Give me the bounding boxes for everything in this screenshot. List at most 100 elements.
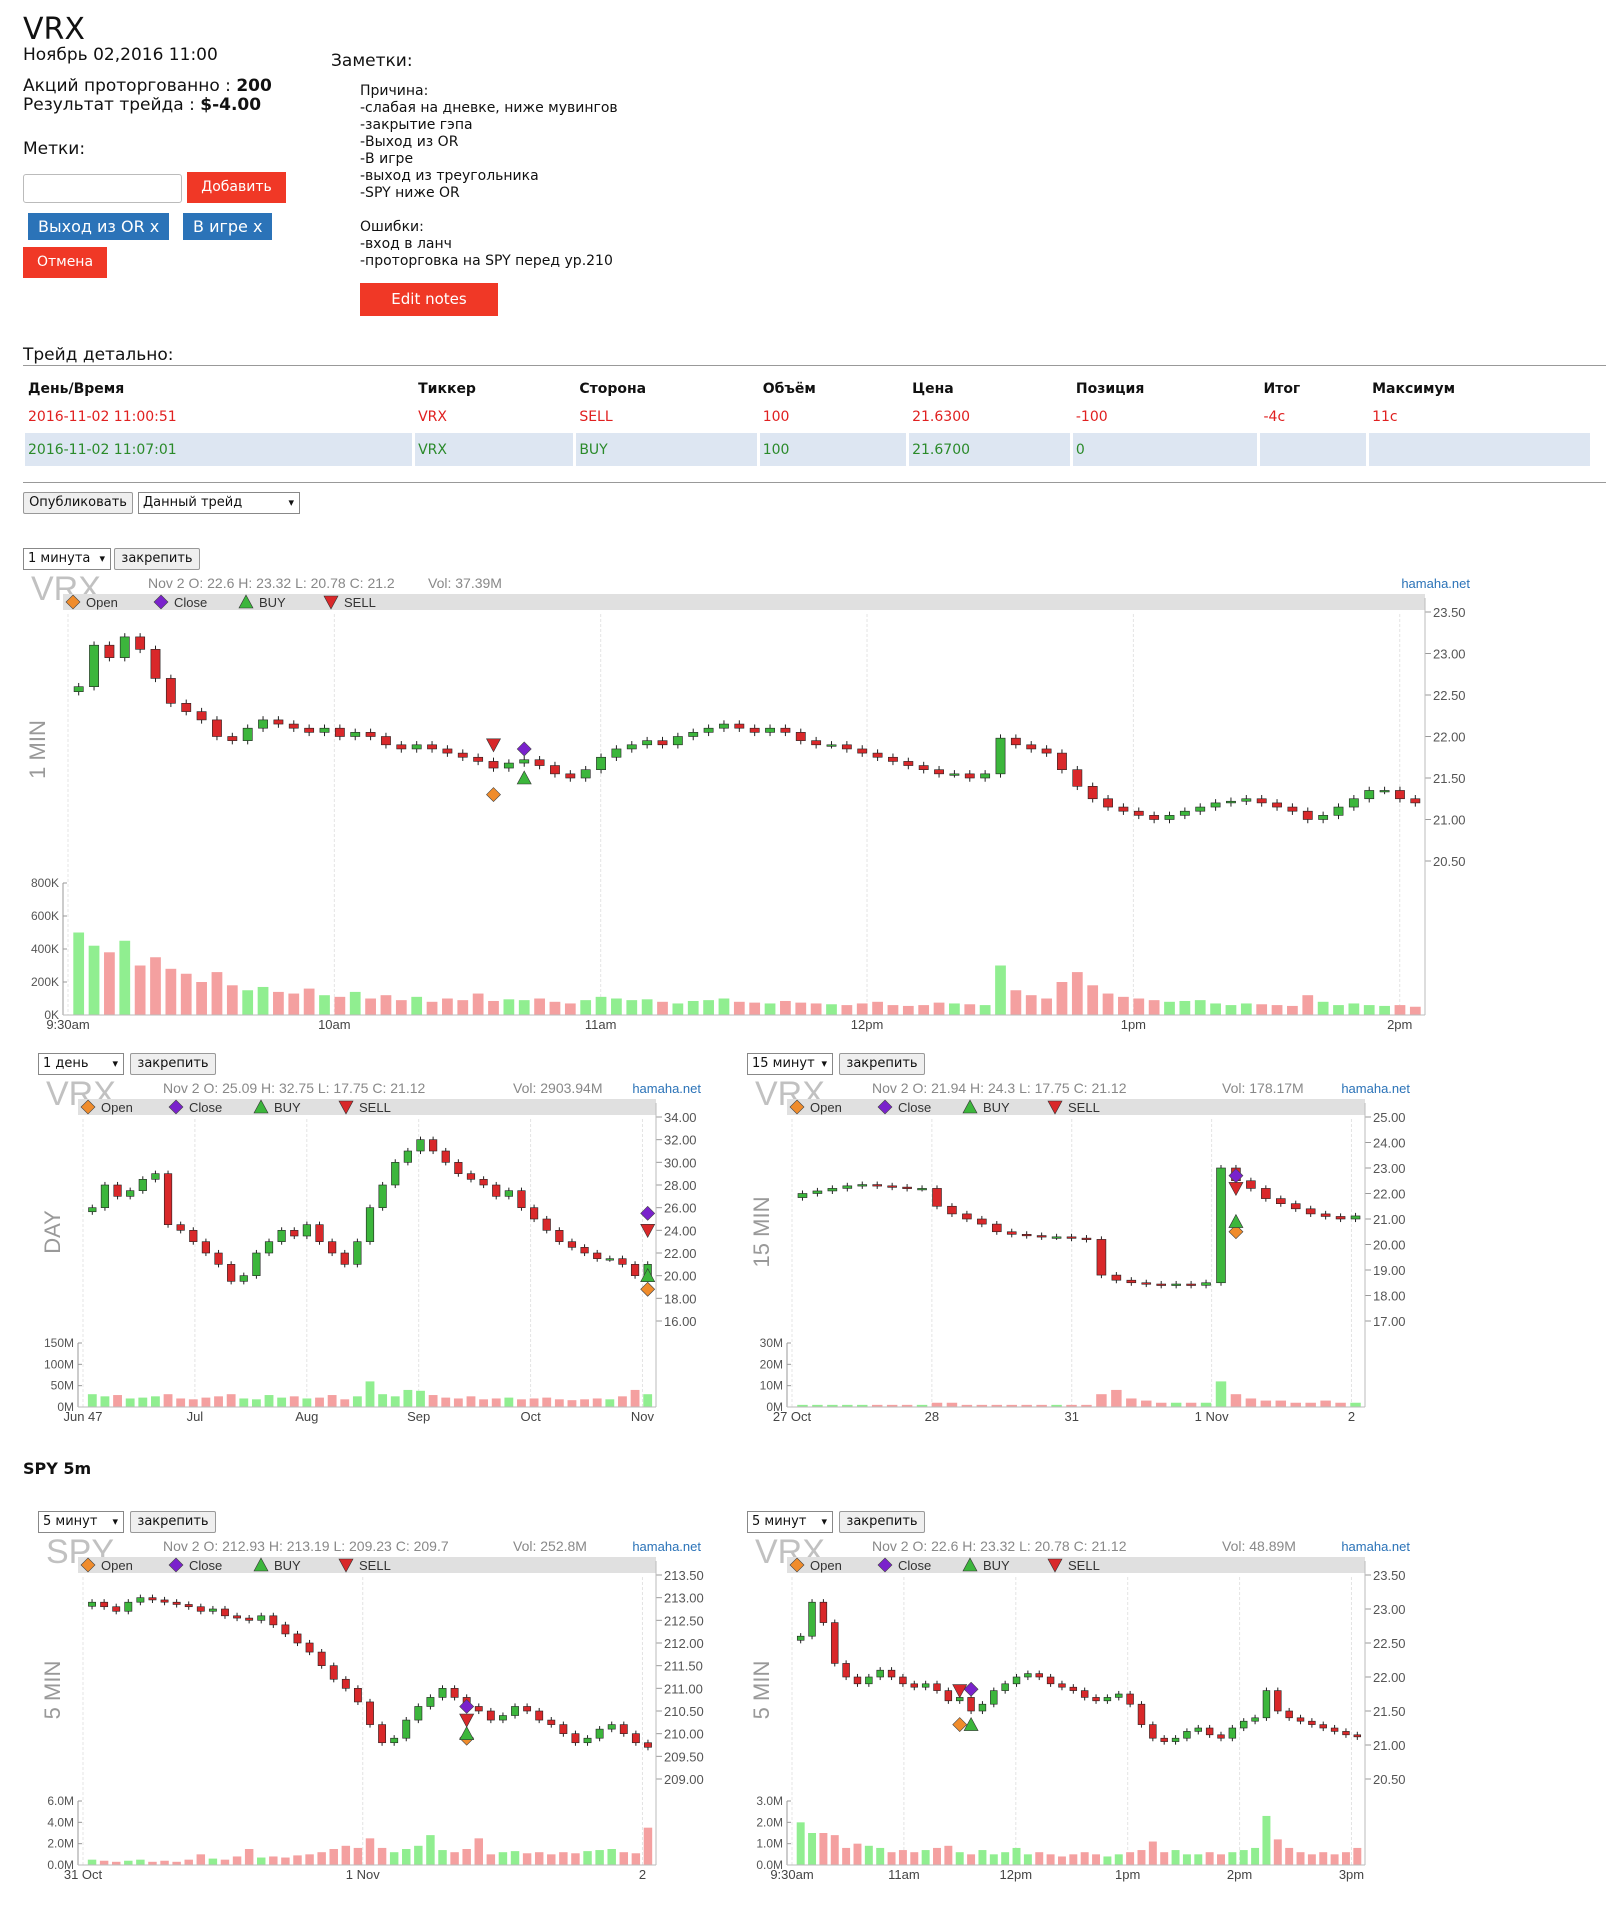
candle-body bbox=[567, 1241, 577, 1248]
column-header: Позиция bbox=[1075, 381, 1145, 397]
candle-body bbox=[302, 1224, 311, 1237]
candle-body bbox=[872, 1184, 882, 1187]
candle-body bbox=[474, 1706, 483, 1712]
candle-body bbox=[196, 711, 207, 721]
y-tick-label: 22.00 bbox=[1373, 1187, 1406, 1202]
volume-bar bbox=[504, 1397, 514, 1407]
candle-body bbox=[1051, 1236, 1062, 1239]
trade-buy-marker bbox=[516, 770, 532, 785]
candle-body bbox=[124, 1601, 133, 1612]
candle-body bbox=[921, 1683, 930, 1688]
candle-body bbox=[252, 1252, 261, 1276]
cancel-button[interactable]: Отмена bbox=[23, 247, 107, 278]
x-tick-label: Nov bbox=[631, 1409, 655, 1424]
candle-body bbox=[947, 1205, 957, 1215]
candle-body bbox=[503, 762, 514, 769]
volume-bar bbox=[293, 1855, 302, 1865]
volume-bar bbox=[479, 1399, 489, 1407]
volume-bar bbox=[303, 988, 315, 1015]
candle-body bbox=[1081, 1237, 1092, 1240]
price-chart[interactable]: SPY 5 MIN Nov 2 O: 212.93 H: 213.19 L: 209… bbox=[38, 1533, 714, 1905]
chart-ohlc-info: Nov 2 O: 22.6 H: 23.32 L: 20.78 C: 21.12 bbox=[872, 1538, 1127, 1554]
pin-button[interactable]: закрепить bbox=[114, 548, 200, 570]
notes-line: -слабая на дневке, ниже мувингов bbox=[360, 100, 618, 116]
trade-select[interactable]: Данный трейд bbox=[138, 492, 300, 514]
pin-button[interactable]: закрепить bbox=[130, 1053, 216, 1075]
notes-line: Причина: bbox=[360, 83, 429, 99]
legend-buy-label: BUY bbox=[259, 595, 286, 610]
y-tick-label: 22.50 bbox=[1433, 688, 1466, 703]
notes-line bbox=[360, 202, 618, 219]
volume-bar bbox=[946, 1402, 958, 1407]
candle-body bbox=[353, 1241, 362, 1265]
interval-select[interactable]: 5 минут bbox=[747, 1511, 833, 1533]
edit-notes-button[interactable]: Edit notes bbox=[360, 283, 498, 316]
candle-body bbox=[212, 719, 222, 737]
volume-bar bbox=[1056, 982, 1068, 1015]
price-chart[interactable]: VRX 1 MIN Nov 2 O: 22.6 H: 23.32 L: 20.78 … bbox=[23, 570, 1485, 1055]
price-chart[interactable]: VRX DAY Nov 2 O: 25.09 H: 32.75 L: 17.75 C… bbox=[38, 1075, 714, 1447]
volume-bar bbox=[1320, 1400, 1331, 1407]
pin-button[interactable]: закрепить bbox=[130, 1511, 216, 1533]
y-tick-label: 26.00 bbox=[664, 1201, 697, 1216]
volume-bar bbox=[872, 1001, 883, 1015]
candle-body bbox=[831, 1622, 839, 1664]
pin-button[interactable]: закрепить bbox=[839, 1053, 925, 1075]
candle-body bbox=[341, 1678, 350, 1689]
publish-button[interactable]: Опубликовать bbox=[23, 492, 133, 514]
price-chart[interactable]: VRX 5 MIN Nov 2 O: 22.6 H: 23.32 L: 20.78 … bbox=[747, 1533, 1423, 1905]
tag-input[interactable] bbox=[23, 174, 182, 203]
candle-body bbox=[990, 1690, 998, 1705]
candle-body bbox=[1251, 1717, 1259, 1722]
interval-select[interactable]: 1 день bbox=[38, 1053, 124, 1075]
legend-sell-label: SELL bbox=[1068, 1558, 1100, 1573]
candle-body bbox=[1217, 1734, 1225, 1739]
volume-bar bbox=[340, 1399, 350, 1407]
volume-bar bbox=[1118, 996, 1129, 1015]
tag-chip[interactable]: В игре x bbox=[183, 213, 273, 240]
volume-bar bbox=[428, 1395, 438, 1407]
interval-select[interactable]: 15 минут bbox=[747, 1053, 833, 1075]
y-tick-label: 19.00 bbox=[1373, 1263, 1406, 1278]
volume-bar bbox=[876, 1847, 885, 1865]
volume-bar bbox=[1215, 1381, 1227, 1407]
candle-body bbox=[872, 752, 883, 758]
volume-bar bbox=[1262, 1815, 1271, 1865]
cell-side: BUY bbox=[576, 433, 758, 466]
volume-bar bbox=[1160, 1852, 1169, 1865]
cell-max bbox=[1369, 433, 1591, 466]
volume-bar bbox=[1010, 990, 1022, 1015]
volume-bar bbox=[841, 1005, 853, 1015]
candle-body bbox=[221, 1608, 229, 1617]
candle-body bbox=[819, 1601, 828, 1623]
x-tick-label: 1pm bbox=[1115, 1867, 1140, 1882]
candle-body bbox=[580, 1247, 589, 1254]
volume-bar bbox=[1141, 1400, 1152, 1407]
volume-bar bbox=[1148, 1000, 1160, 1015]
add-tag-button[interactable]: Добавить bbox=[187, 172, 286, 203]
candle-body bbox=[1353, 1734, 1362, 1738]
pin-button[interactable]: закрепить bbox=[839, 1511, 925, 1533]
y-tick-label: 32.00 bbox=[664, 1133, 697, 1148]
y-tick-label: 22.00 bbox=[1373, 1670, 1406, 1685]
interval-select[interactable]: 5 минут bbox=[38, 1511, 124, 1533]
volume-bar bbox=[251, 1399, 261, 1407]
volume-bar bbox=[1350, 1402, 1361, 1407]
price-chart[interactable]: VRX 15 MIN Nov 2 O: 21.94 H: 24.3 L: 17.75… bbox=[747, 1075, 1423, 1447]
candle-body bbox=[1118, 806, 1129, 812]
notes-line: -выход из треугольника bbox=[360, 168, 539, 184]
trade-buy-marker bbox=[1228, 1213, 1244, 1228]
volume-bar bbox=[160, 1860, 169, 1865]
candle-body bbox=[165, 678, 176, 704]
volume-bar bbox=[1096, 1394, 1107, 1407]
volume-bar bbox=[257, 1857, 266, 1865]
volume-bar bbox=[378, 1394, 388, 1407]
volume-bar bbox=[100, 1396, 110, 1407]
interval-select[interactable]: 1 минута bbox=[23, 548, 111, 570]
candle-body bbox=[100, 1184, 110, 1208]
volume-bar bbox=[472, 993, 484, 1015]
tag-chip[interactable]: Выход из OR x bbox=[28, 213, 170, 240]
candle-body bbox=[795, 732, 806, 741]
candle-body bbox=[888, 756, 898, 762]
volume-bar bbox=[995, 965, 1006, 1015]
